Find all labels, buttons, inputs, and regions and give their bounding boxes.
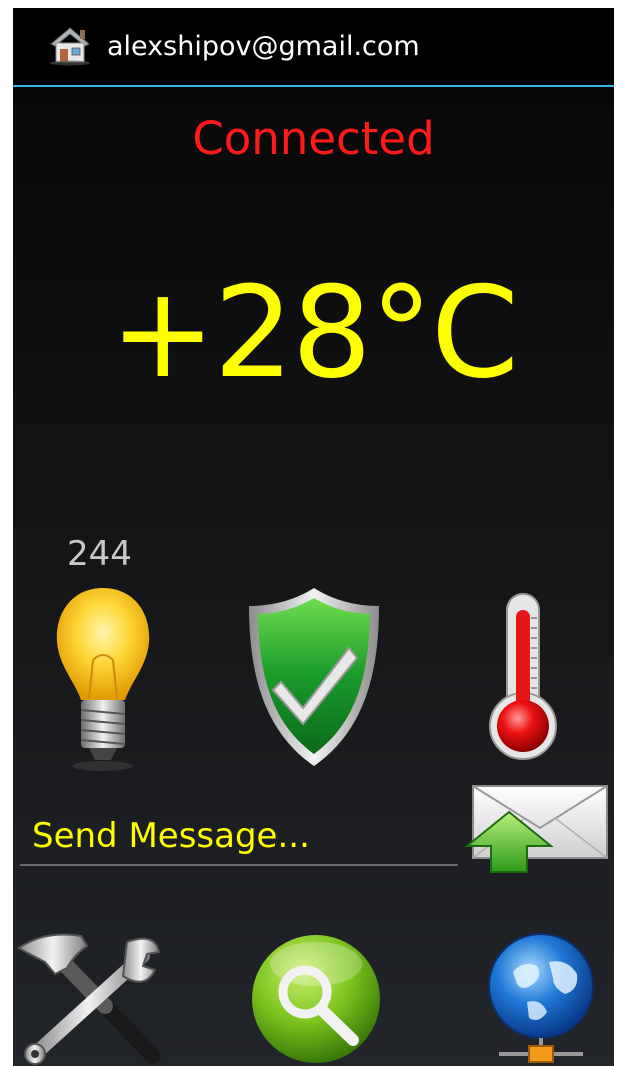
app-screen: alexshipov@gmail.com Connected +28°C 244 [13,8,614,1066]
account-email: alexshipov@gmail.com [107,31,420,62]
network-globe-icon[interactable] [483,932,599,1066]
message-input[interactable] [20,808,458,866]
tools-settings-icon[interactable] [15,928,161,1066]
send-mail-icon[interactable] [465,782,611,874]
light-bulb-icon[interactable] [49,580,157,776]
light-level-value: 244 [67,534,132,574]
connection-status: Connected [192,112,435,165]
action-bar: alexshipov@gmail.com [13,8,614,87]
temperature-readout: +28°C [110,259,519,406]
security-shield-check-icon[interactable] [245,586,383,768]
search-icon[interactable] [249,932,383,1066]
home-icon[interactable] [47,24,93,66]
thermometer-icon[interactable] [483,590,563,762]
